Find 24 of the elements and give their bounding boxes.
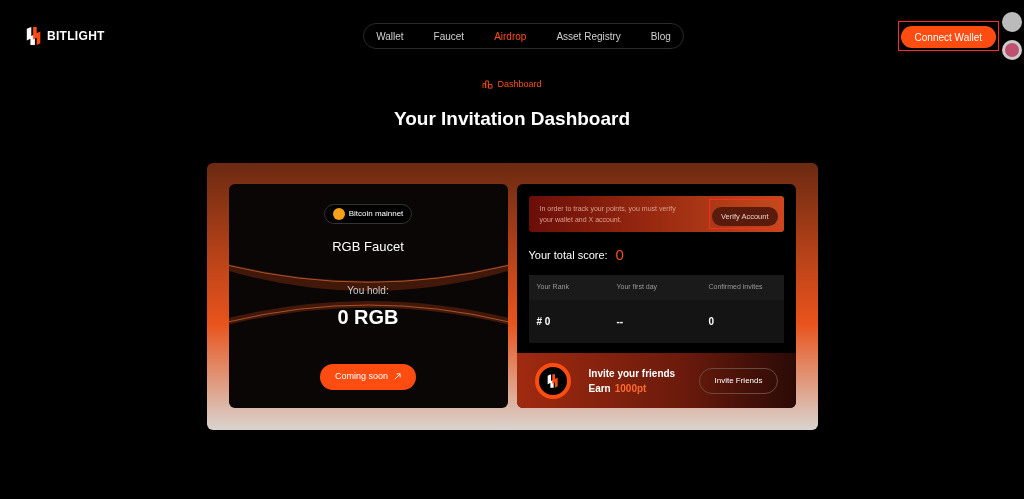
table-cell-text: -- xyxy=(616,314,625,329)
nav-link[interactable]: Faucet xyxy=(433,28,465,44)
score-value: 0 xyxy=(615,245,624,265)
hold-amount: 0 RGB xyxy=(337,304,399,330)
earn-label: Earn xyxy=(588,381,611,396)
nav-link[interactable]: Wallet xyxy=(376,28,404,44)
logo-icon xyxy=(545,372,560,389)
nav-link[interactable]: Asset Registry xyxy=(556,28,621,44)
page-title: Your Invitation Dashboard xyxy=(393,106,631,131)
table-cell-text: 0 xyxy=(708,314,716,329)
invite-title: Invite your friends xyxy=(588,366,676,381)
nav-link[interactable]: Airdrop xyxy=(494,28,527,44)
brand-name: BITLIGHT xyxy=(47,28,105,45)
arrow-icon xyxy=(394,373,401,380)
hold-label: You hold: xyxy=(347,283,389,298)
network-name: Bitcoin mainnet xyxy=(348,208,404,220)
card-title: RGB Faucet xyxy=(332,238,404,256)
logo-icon xyxy=(25,25,43,47)
score-label: Your total score: xyxy=(528,248,608,263)
table-cell-text: # 0 xyxy=(536,314,552,329)
chart-icon xyxy=(482,80,494,90)
breadcrumb: Dashboard xyxy=(497,78,542,91)
earn-amount: 1000pt xyxy=(614,381,647,396)
nav-link[interactable]: Blog xyxy=(650,28,671,44)
